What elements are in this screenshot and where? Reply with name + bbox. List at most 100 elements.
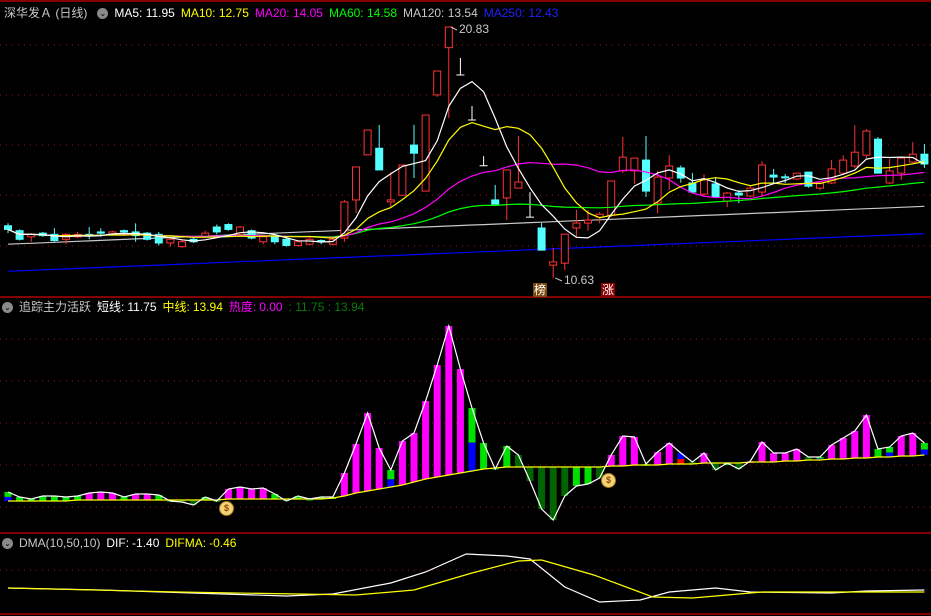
ma250-legend: MA250: 12.43 [484,5,559,21]
candle-body [96,231,105,234]
indicator-bar [422,401,430,479]
difma-value: -0.46 [209,536,237,550]
candle-body [398,164,407,196]
ma-value: 12.75 [218,6,249,20]
candle [630,157,639,184]
candle [224,223,233,231]
candle-body [711,183,720,198]
indicator-bar [677,453,685,460]
candle [247,229,256,240]
candle-body [224,224,233,230]
indicator-bar [248,489,256,499]
candle [746,186,755,198]
indicator-bar [456,369,464,473]
indicator-bar [480,443,488,469]
candle-body [178,241,186,248]
candle-body [549,261,558,266]
candle [143,231,152,241]
indicator-bar [770,453,778,462]
candle-body [491,199,500,205]
ma-value: 14.05 [292,6,323,20]
candle [711,177,720,198]
candle [398,164,407,196]
candle [444,26,453,119]
indicator-extra-values: : 11.75 : 13.94 [288,300,365,314]
candle-body [885,170,894,184]
candle-body [259,236,268,243]
dif-value: -1.40 [132,536,160,550]
difma-line [7,559,925,599]
candle-body [607,180,616,216]
indicator-bar [433,365,441,477]
heat-label: 热度: [228,300,257,314]
ma5-legend: MA5: 11.95 [114,5,175,21]
indicator-bar [549,467,557,520]
short-line-label: 短线: [97,300,125,314]
chevron-down-icon[interactable]: ⌄ [97,7,109,19]
candle-body [781,176,790,179]
indicator-bar [781,453,789,461]
candle [50,228,59,242]
candle-body [839,159,848,174]
ma60-line [7,181,925,238]
indicator-name: 追踪主力活跃 [19,300,92,314]
indicator-bar [920,443,928,450]
indicator-bar [584,467,592,484]
limit-up-marker[interactable]: 涨 [601,283,615,297]
ma-label: MA5: [114,6,143,20]
candle [885,159,894,184]
candle [700,174,708,197]
money-bag-icon[interactable]: $ [601,473,616,488]
indicator-bar [375,448,383,489]
indicator-bar [561,467,569,496]
candle [410,124,418,179]
candle-body [120,230,128,233]
indicator-bar [526,467,534,481]
money-bag-icon[interactable]: $ [219,501,234,516]
dif-line [7,553,925,603]
indicator-bar [387,479,395,487]
candle [62,233,70,245]
candle [4,223,12,234]
candle-body [386,199,395,203]
candle-body [630,157,639,172]
candle [537,223,546,251]
ma-value: 12.43 [528,6,559,20]
dma-name: DMA(10,50,10) [19,536,101,550]
indicator-bar [468,408,476,443]
ma120-legend: MA120: 13.54 [403,5,478,21]
candle-body [572,222,581,229]
candle [363,129,372,156]
chevron-down-icon[interactable]: ⌄ [2,537,13,549]
indicator-bar [665,443,673,464]
ma-label: MA20: [254,6,290,20]
candle [468,105,476,121]
indicator-bar [572,467,580,486]
indicator-bar [468,442,476,471]
dma-panel[interactable] [7,553,925,603]
ma-label: MA10: [180,6,216,20]
candle-body [769,174,778,178]
candle-body [746,187,755,197]
candle [897,157,906,181]
price-panel-header: 深华发Ａ (日线) ⌄ MA5: 11.95 MA10: 12.75 MA20:… [0,5,564,21]
candle-body [282,238,291,246]
candle [804,171,813,188]
candle-body [410,144,418,154]
dragon-tiger-list-marker[interactable]: 榜 [533,283,547,297]
candle [618,136,627,173]
price-panel[interactable] [4,26,929,282]
candle [85,226,94,240]
heat-value: 0.00 [259,300,283,314]
candle-body [700,179,708,195]
candle [421,114,430,192]
candle-body [584,219,592,224]
indicator-bar [445,326,453,475]
candle-body [363,129,372,156]
ma5-line [7,80,925,243]
candle-body [560,233,569,264]
chevron-down-icon[interactable]: ⌄ [2,301,13,313]
indicator-panel[interactable] [4,323,928,522]
indicator-bar [851,431,859,458]
candle [850,125,859,168]
